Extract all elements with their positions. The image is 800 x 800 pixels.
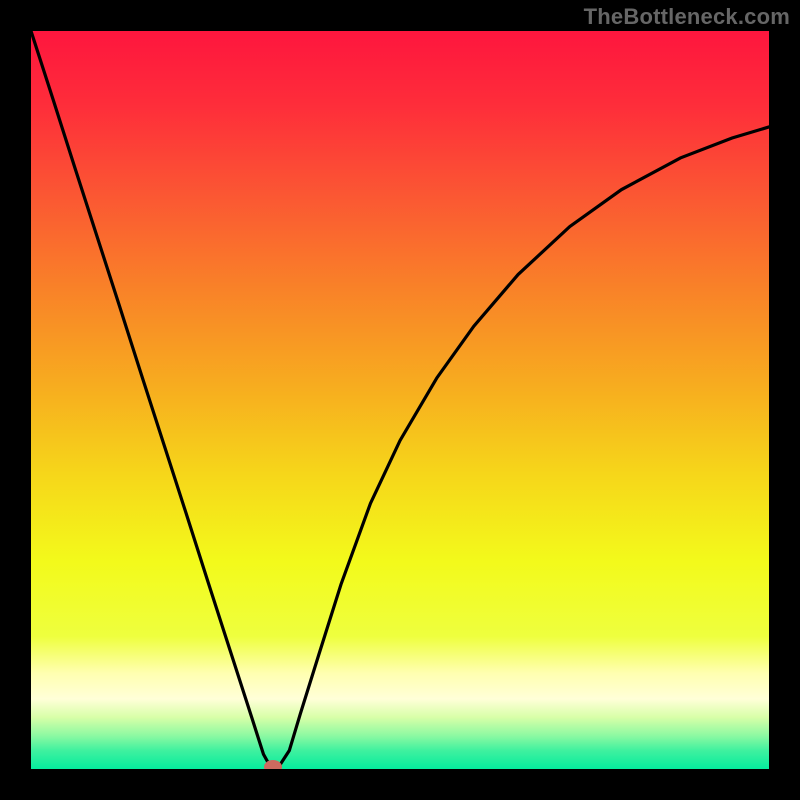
optimal-point-marker: [264, 760, 282, 769]
bottleneck-curve: [31, 31, 769, 769]
attribution-text: TheBottleneck.com: [584, 4, 790, 30]
chart-container: TheBottleneck.com: [0, 0, 800, 800]
plot-area: [31, 31, 769, 769]
